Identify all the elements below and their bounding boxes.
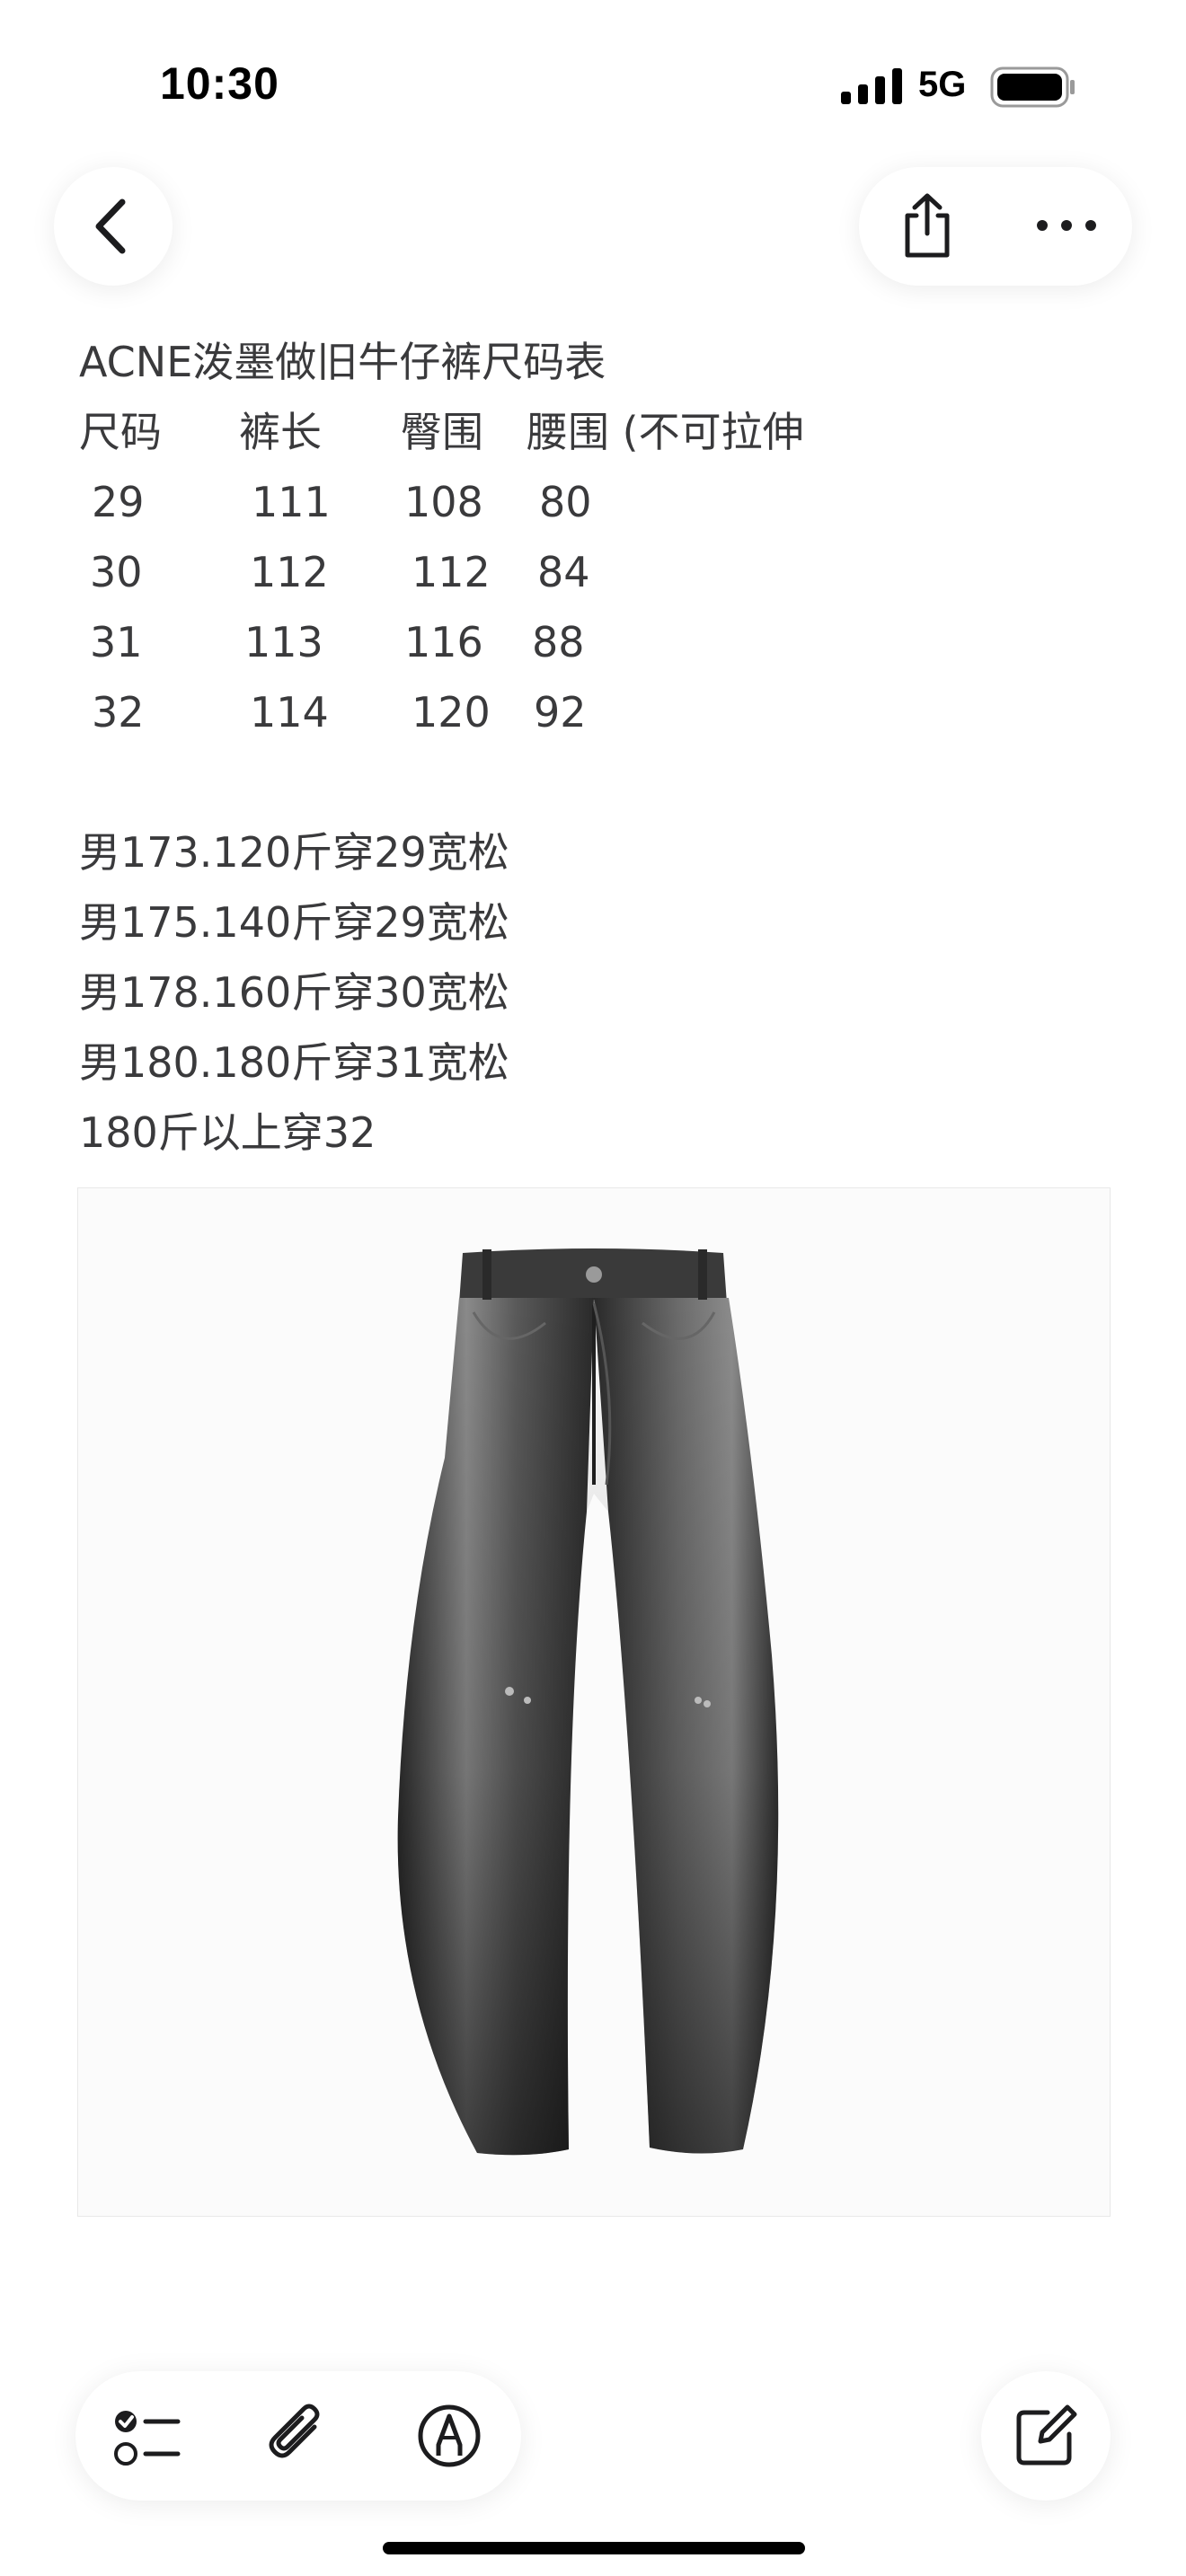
size-recommendation: 男178.160斤穿30宽松	[79, 968, 509, 1017]
paperclip-icon[interactable]	[262, 2400, 334, 2472]
note-title: ACNE泼墨做旧牛仔裤尺码表	[79, 338, 606, 386]
row-waist: 84	[537, 548, 590, 596]
header-waist: 腰围 (不可拉伸	[527, 408, 804, 456]
size-recommendation: 180斤以上穿32	[79, 1108, 376, 1157]
row-hip: 112	[412, 548, 491, 596]
note-actions-group	[859, 167, 1132, 286]
jeans-photo[interactable]	[77, 1187, 1111, 2217]
more-icon[interactable]	[1035, 212, 1098, 239]
bottom-toolbar	[75, 2371, 521, 2501]
row-size: 30	[90, 548, 143, 596]
cellular-signal-icon	[841, 68, 902, 104]
home-indicator	[383, 2542, 805, 2554]
back-button[interactable]	[54, 167, 173, 286]
size-table-row: 31 113 116 88	[79, 607, 1121, 677]
note-body[interactable]: ACNE泼墨做旧牛仔裤尺码表 尺码 裤长 臀围 腰围 (不可拉伸 29 111 …	[79, 327, 1121, 1168]
jeans-image	[397, 1248, 779, 2156]
size-table-row: 29 111 108 80	[79, 467, 1121, 537]
checklist-icon[interactable]	[111, 2400, 183, 2472]
size-recommendation: 男180.180斤穿31宽松	[79, 1038, 509, 1087]
size-table-row: 32 114 120 92	[79, 677, 1121, 747]
row-length: 113	[244, 618, 323, 666]
size-table-row: 30 112 112 84	[79, 537, 1121, 607]
markup-pen-icon[interactable]	[413, 2400, 485, 2472]
row-hip: 108	[404, 478, 483, 526]
row-length: 112	[250, 548, 329, 596]
network-type: 5G	[918, 65, 967, 104]
size-recommendation: 男173.120斤穿29宽松	[79, 828, 509, 877]
size-recommendation: 男175.140斤穿29宽松	[79, 898, 509, 947]
row-hip: 116	[404, 618, 483, 666]
header-size: 尺码	[79, 408, 162, 456]
compose-button[interactable]	[981, 2371, 1111, 2501]
row-length: 114	[250, 688, 329, 737]
row-size: 29	[92, 478, 145, 526]
compose-icon	[1016, 2404, 1077, 2466]
row-size: 31	[90, 618, 143, 666]
chevron-left-icon	[95, 198, 126, 254]
header-length: 裤长	[239, 408, 322, 456]
status-time: 10:30	[160, 58, 279, 109]
row-hip: 120	[412, 688, 491, 737]
battery-icon	[990, 66, 1075, 108]
row-size: 32	[92, 688, 145, 737]
row-waist: 92	[534, 688, 587, 737]
row-length: 111	[252, 478, 331, 526]
header-hip: 臀围	[401, 408, 483, 456]
row-waist: 80	[539, 478, 592, 526]
row-waist: 88	[532, 618, 585, 666]
share-icon[interactable]	[891, 190, 963, 262]
size-table-header: 尺码 裤长 臀围 腰围 (不可拉伸	[79, 397, 1121, 467]
